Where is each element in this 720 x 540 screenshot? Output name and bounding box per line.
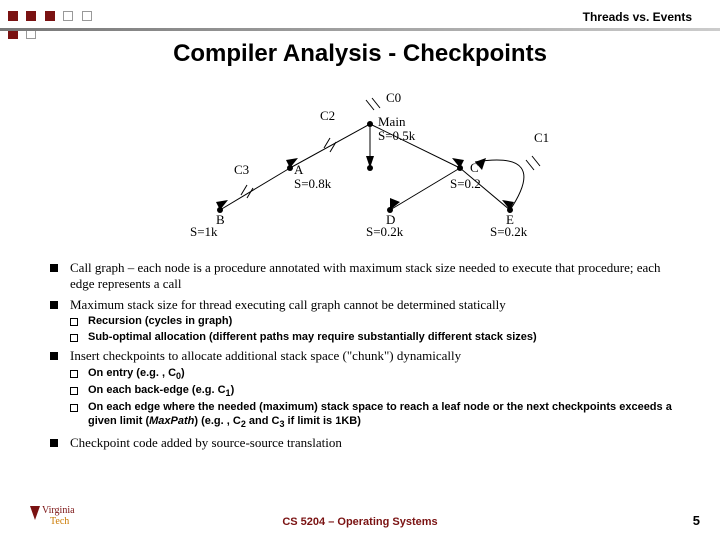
square-outline-icon [82, 11, 92, 21]
sub-bullet: On entry (e.g. , C0) [70, 367, 680, 382]
sub-bullet: Recursion (cycles in graph) [70, 315, 680, 329]
bullet-item: Insert checkpoints to allocate additiona… [50, 348, 680, 430]
body-text: Call graph – each node is a procedure an… [50, 260, 680, 455]
call-graph-diagram: C0 C2 Main S=0.5k C3 A S=0.8k C S=0.2 C1… [190, 90, 550, 240]
label-s02kd: S=0.2k [366, 224, 403, 240]
slide: Threads vs. Events Compiler Analysis - C… [0, 0, 720, 540]
sub-bullet: On each back-edge (e.g. C1) [70, 384, 680, 399]
label-s02ke: S=0.2k [490, 224, 527, 240]
header-label: Threads vs. Events [583, 10, 692, 24]
svg-text:Virginia: Virginia [42, 505, 75, 516]
bullet-text: Maximum stack size for thread executing … [70, 297, 506, 312]
slide-title: Compiler Analysis - Checkpoints [0, 40, 720, 68]
label-s1k: S=1k [190, 224, 218, 240]
square-icon [8, 11, 18, 21]
label-c1: C1 [534, 130, 549, 146]
square-outline-icon [63, 11, 73, 21]
bullet-item: Call graph – each node is a procedure an… [50, 260, 680, 293]
sub-bullet: Sub-optimal allocation (different paths … [70, 331, 680, 345]
sub-bullet: On each edge where the needed (maximum) … [70, 401, 680, 430]
label-c3: C3 [234, 162, 249, 178]
page-number: 5 [693, 513, 700, 528]
footer-text: CS 5204 – Operating Systems [0, 516, 720, 528]
label-s08k: S=0.8k [294, 176, 331, 192]
bullet-text: Insert checkpoints to allocate additiona… [70, 348, 461, 363]
label-s02: S=0.2 [450, 176, 481, 192]
label-s05k: S=0.5k [378, 128, 415, 144]
bullet-item: Maximum stack size for thread executing … [50, 297, 680, 345]
square-icon [26, 11, 36, 21]
label-c: C [470, 160, 479, 176]
bullet-item: Checkpoint code added by source-source t… [50, 435, 680, 451]
header-rule [0, 28, 720, 31]
label-c0: C0 [386, 90, 401, 106]
decor-squares [8, 8, 96, 44]
label-c2: C2 [320, 108, 335, 124]
square-icon [45, 11, 55, 21]
